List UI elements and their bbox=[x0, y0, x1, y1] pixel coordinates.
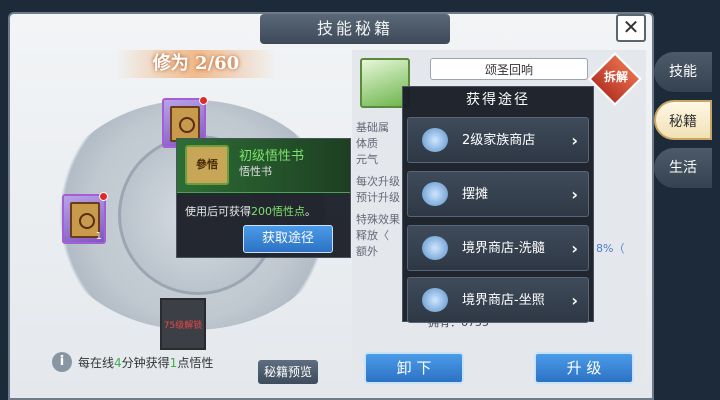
unequip-button[interactable]: 卸 下 bbox=[364, 352, 464, 384]
special-effect-value: 8%（ bbox=[596, 242, 625, 255]
skill-info-lines: 基础属 体质 元气 每次升级 预计升级 特殊效果 释放〈 额外 bbox=[356, 121, 400, 258]
locked-slot-label: 75级解锁 bbox=[163, 321, 203, 331]
tab-skills[interactable]: 技能 bbox=[654, 52, 712, 92]
shop-icon bbox=[422, 236, 448, 260]
chevron-right-icon: › bbox=[571, 291, 578, 310]
chevron-right-icon: › bbox=[571, 131, 578, 150]
book-description: 使用后可获得200悟性点。 bbox=[185, 205, 316, 218]
chevron-right-icon: › bbox=[571, 185, 578, 204]
book-type: 悟性书 bbox=[239, 165, 272, 178]
source-popup: 获得途径 2级家族商店 › 摆摊 › 境界商店-洗髓 › 境界商店-坐照 › bbox=[402, 86, 594, 323]
book-icon bbox=[170, 106, 200, 142]
source-item-realm-shop-zuozhao[interactable]: 境界商店-坐照 › bbox=[407, 277, 589, 323]
source-item-stall[interactable]: 摆摊 › bbox=[407, 171, 589, 217]
side-tabs: 技能 秘籍 生活 bbox=[654, 52, 720, 196]
book-slot-left[interactable]: 1 bbox=[62, 192, 108, 244]
cultivation-level: 修为 2/60 bbox=[116, 50, 276, 78]
book-preview-button[interactable]: 秘籍预览 bbox=[258, 360, 318, 384]
slot-count: 1 bbox=[95, 231, 102, 242]
source-popup-title: 获得途径 bbox=[466, 92, 530, 108]
red-dot-icon bbox=[199, 96, 208, 105]
source-item-realm-shop-xisui[interactable]: 境界商店-洗髓 › bbox=[407, 225, 589, 271]
tab-books[interactable]: 秘籍 bbox=[654, 100, 712, 140]
book-tooltip: 參悟 初级悟性书 悟性书 使用后可获得200悟性点。 获取途径 bbox=[176, 138, 351, 258]
tab-life[interactable]: 生活 bbox=[654, 148, 712, 188]
get-path-button[interactable]: 获取途径 bbox=[243, 225, 333, 253]
stall-icon bbox=[422, 182, 448, 206]
source-item-family-shop[interactable]: 2级家族商店 › bbox=[407, 117, 589, 163]
info-icon[interactable]: i bbox=[52, 352, 72, 372]
shop-icon bbox=[422, 288, 448, 312]
dismantle-label: 拆解 bbox=[603, 70, 628, 84]
online-hint-text: 每在线4分钟获得1点悟性 bbox=[78, 355, 214, 370]
skill-name: 颂圣回响 bbox=[430, 58, 588, 80]
locked-slot[interactable]: 75级解锁 bbox=[160, 298, 206, 350]
chevron-right-icon: › bbox=[571, 239, 578, 258]
book-title: 初级悟性书 bbox=[239, 149, 305, 164]
close-icon: ✕ bbox=[622, 15, 640, 39]
book-thumbnail: 參悟 bbox=[185, 145, 229, 185]
shop-icon bbox=[422, 128, 448, 152]
book-tooltip-header: 參悟 初级悟性书 悟性书 bbox=[177, 139, 350, 193]
red-dot-icon bbox=[99, 192, 108, 201]
upgrade-button[interactable]: 升 级 bbox=[534, 352, 634, 384]
close-button[interactable]: ✕ bbox=[616, 14, 646, 42]
